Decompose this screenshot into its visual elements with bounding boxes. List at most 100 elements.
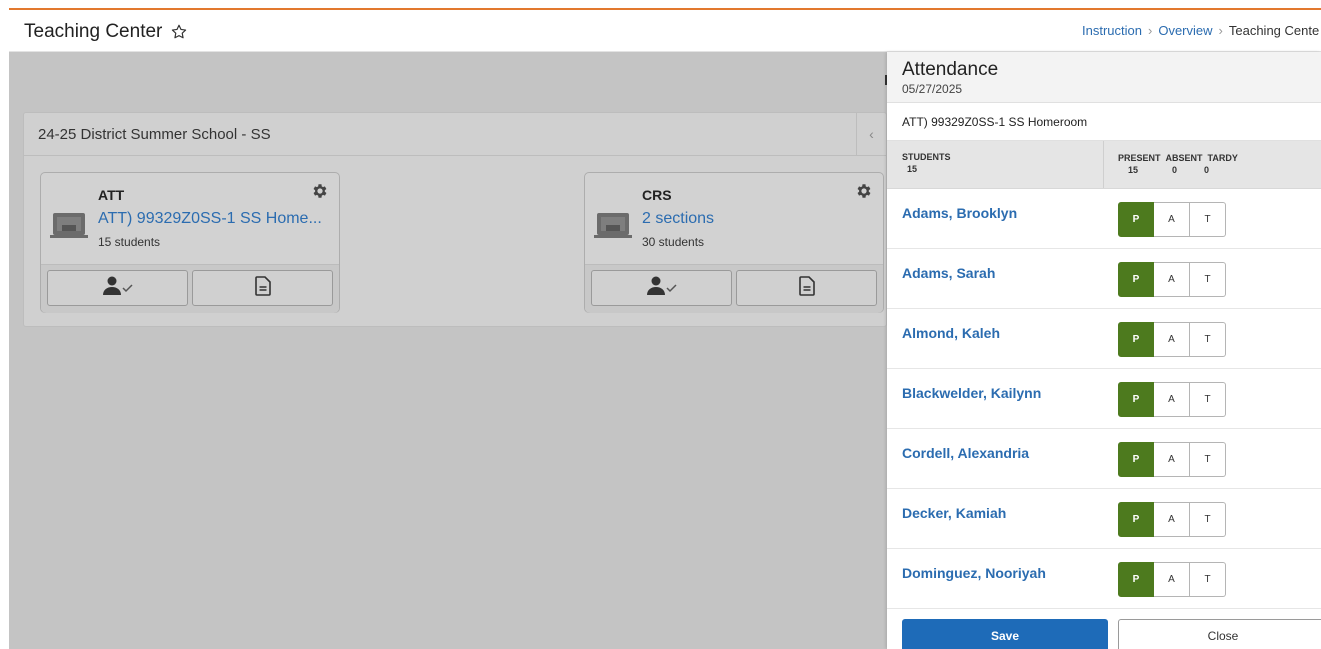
card-code: ATT (98, 187, 125, 203)
present-label: PRESENT (1118, 153, 1161, 163)
students-count: 15 (907, 164, 918, 174)
card-section-link[interactable]: ATT) 99329Z0SS-1 SS Home... (98, 210, 322, 228)
student-name-link[interactable]: Almond, Kaleh (902, 325, 1000, 341)
absent-button[interactable]: A (1154, 322, 1190, 357)
breadcrumb-current: Teaching Cente (1228, 23, 1320, 38)
present-button[interactable]: P (1118, 202, 1154, 237)
page-header: Teaching Center Instruction › Overview › Tea… (9, 12, 1321, 52)
student-name-link[interactable]: Adams, Sarah (902, 265, 995, 281)
present-button[interactable]: P (1118, 382, 1154, 417)
section-card-att: ATT ATT) 99329Z0SS-1 SS Home... 15 stude… (40, 172, 340, 313)
tardy-button[interactable]: T (1190, 502, 1226, 537)
present-button[interactable]: P (1118, 322, 1154, 357)
present-button[interactable]: P (1118, 442, 1154, 477)
student-name-link[interactable]: Adams, Brooklyn (902, 205, 1017, 221)
card-code: CRS (642, 187, 672, 203)
top-accent-bar (9, 0, 1321, 10)
page-title: Teaching Center (24, 20, 163, 42)
absent-label: ABSENT (1165, 153, 1203, 163)
absent-button[interactable]: A (1154, 202, 1190, 237)
breadcrumb-overview[interactable]: Overview (1158, 23, 1212, 38)
tardy-button[interactable]: T (1190, 322, 1226, 357)
student-row: Decker, Kamiah P A T (887, 489, 1321, 549)
student-name-link[interactable]: Blackwelder, Kailynn (902, 385, 1041, 401)
students-label: STUDENTS (902, 152, 951, 162)
save-button[interactable]: Save (902, 619, 1108, 649)
present-count: 15 (1128, 165, 1139, 175)
status-column-header: PRESENT ABSENT TARDY 15 0 0 (1104, 141, 1321, 188)
absent-button[interactable]: A (1154, 262, 1190, 297)
document-icon (254, 275, 271, 301)
student-row: Almond, Kaleh P A T (887, 309, 1321, 369)
section-card-crs: CRS 2 sections 30 students (584, 172, 884, 313)
card-section-link[interactable]: 2 sections (642, 210, 714, 228)
attendance-title: Attendance (902, 59, 999, 80)
chevron-left-icon: ‹ (869, 126, 874, 142)
student-name-link[interactable]: Decker, Kamiah (902, 505, 1006, 521)
gear-icon[interactable] (855, 182, 873, 200)
roster-document-button[interactable] (736, 270, 877, 306)
attendance-panel: Attendance 05/27/2025 ATT) 99329Z0SS-1 S… (887, 52, 1321, 649)
attendance-footer: Save Close (887, 619, 1321, 649)
take-attendance-button[interactable] (47, 270, 188, 306)
window-left-edge (0, 0, 9, 649)
school-panel: 24-25 District Summer School - SS ‹ ATT … (23, 112, 887, 327)
card-actions (41, 264, 339, 313)
present-button[interactable]: P (1118, 262, 1154, 297)
student-row: Blackwelder, Kailynn P A T (887, 369, 1321, 429)
attendance-toggle: P A T (1118, 382, 1226, 417)
breadcrumb: Instruction › Overview › Teaching Cente (1082, 23, 1319, 38)
tardy-label: TARDY (1207, 153, 1238, 163)
gear-icon[interactable] (311, 182, 329, 200)
close-button[interactable]: Close (1118, 619, 1321, 649)
student-row: Adams, Sarah P A T (887, 249, 1321, 309)
tardy-button[interactable]: T (1190, 262, 1226, 297)
absent-button[interactable]: A (1154, 502, 1190, 537)
main-content-overlay: 24-25 District Summer School - SS ‹ ATT … (9, 52, 887, 649)
roster-document-button[interactable] (192, 270, 333, 306)
absent-count: 0 (1172, 165, 1178, 175)
chevron-right-icon: › (1218, 23, 1223, 38)
absent-button[interactable]: A (1154, 562, 1190, 597)
classroom-board-icon (594, 211, 632, 241)
favorite-star-icon[interactable] (170, 23, 188, 41)
student-row: Adams, Brooklyn P A T (887, 189, 1321, 249)
student-row: Dominguez, Nooriyah P A T (887, 549, 1321, 609)
present-button[interactable]: P (1118, 502, 1154, 537)
tardy-button[interactable]: T (1190, 382, 1226, 417)
student-name-link[interactable]: Dominguez, Nooriyah (902, 565, 1046, 581)
card-student-count: 15 students (98, 235, 161, 249)
absent-button[interactable]: A (1154, 442, 1190, 477)
breadcrumb-instruction[interactable]: Instruction (1082, 23, 1142, 38)
student-name-link[interactable]: Cordell, Alexandria (902, 445, 1029, 461)
classroom-board-icon (50, 211, 88, 241)
student-row: Cordell, Alexandria P A T (887, 429, 1321, 489)
absent-button[interactable]: A (1154, 382, 1190, 417)
attendance-toggle: P A T (1118, 562, 1226, 597)
attendance-toggle: P A T (1118, 502, 1226, 537)
school-name: 24-25 District Summer School - SS (38, 125, 271, 143)
tardy-button[interactable]: T (1190, 202, 1226, 237)
present-button[interactable]: P (1118, 562, 1154, 597)
card-header: ATT ATT) 99329Z0SS-1 SS Home... 15 stude… (41, 173, 339, 264)
card-student-count: 30 students (642, 235, 705, 249)
attendance-toggle: P A T (1118, 202, 1226, 237)
chevron-right-icon: › (1147, 23, 1153, 38)
card-header: CRS 2 sections 30 students (585, 173, 883, 264)
students-column-header: STUDENTS 15 (887, 141, 1104, 188)
collapse-button[interactable]: ‹ (856, 113, 886, 155)
document-icon (798, 275, 815, 301)
attendance-section-name: ATT) 99329Z0SS-1 SS Homeroom (887, 103, 1321, 141)
person-check-icon (102, 276, 134, 301)
tardy-count: 0 (1204, 165, 1210, 175)
take-attendance-button[interactable] (591, 270, 732, 306)
student-list: Adams, Brooklyn P A T Adams, Sarah P A T… (887, 189, 1321, 609)
attendance-column-header: STUDENTS 15 PRESENT ABSENT TARDY 15 0 0 (887, 141, 1321, 189)
card-actions (585, 264, 883, 313)
tardy-button[interactable]: T (1190, 562, 1226, 597)
attendance-toggle: P A T (1118, 262, 1226, 297)
tardy-button[interactable]: T (1190, 442, 1226, 477)
person-check-icon (646, 276, 678, 301)
attendance-toggle: P A T (1118, 322, 1226, 357)
attendance-date: 05/27/2025 (902, 82, 963, 96)
